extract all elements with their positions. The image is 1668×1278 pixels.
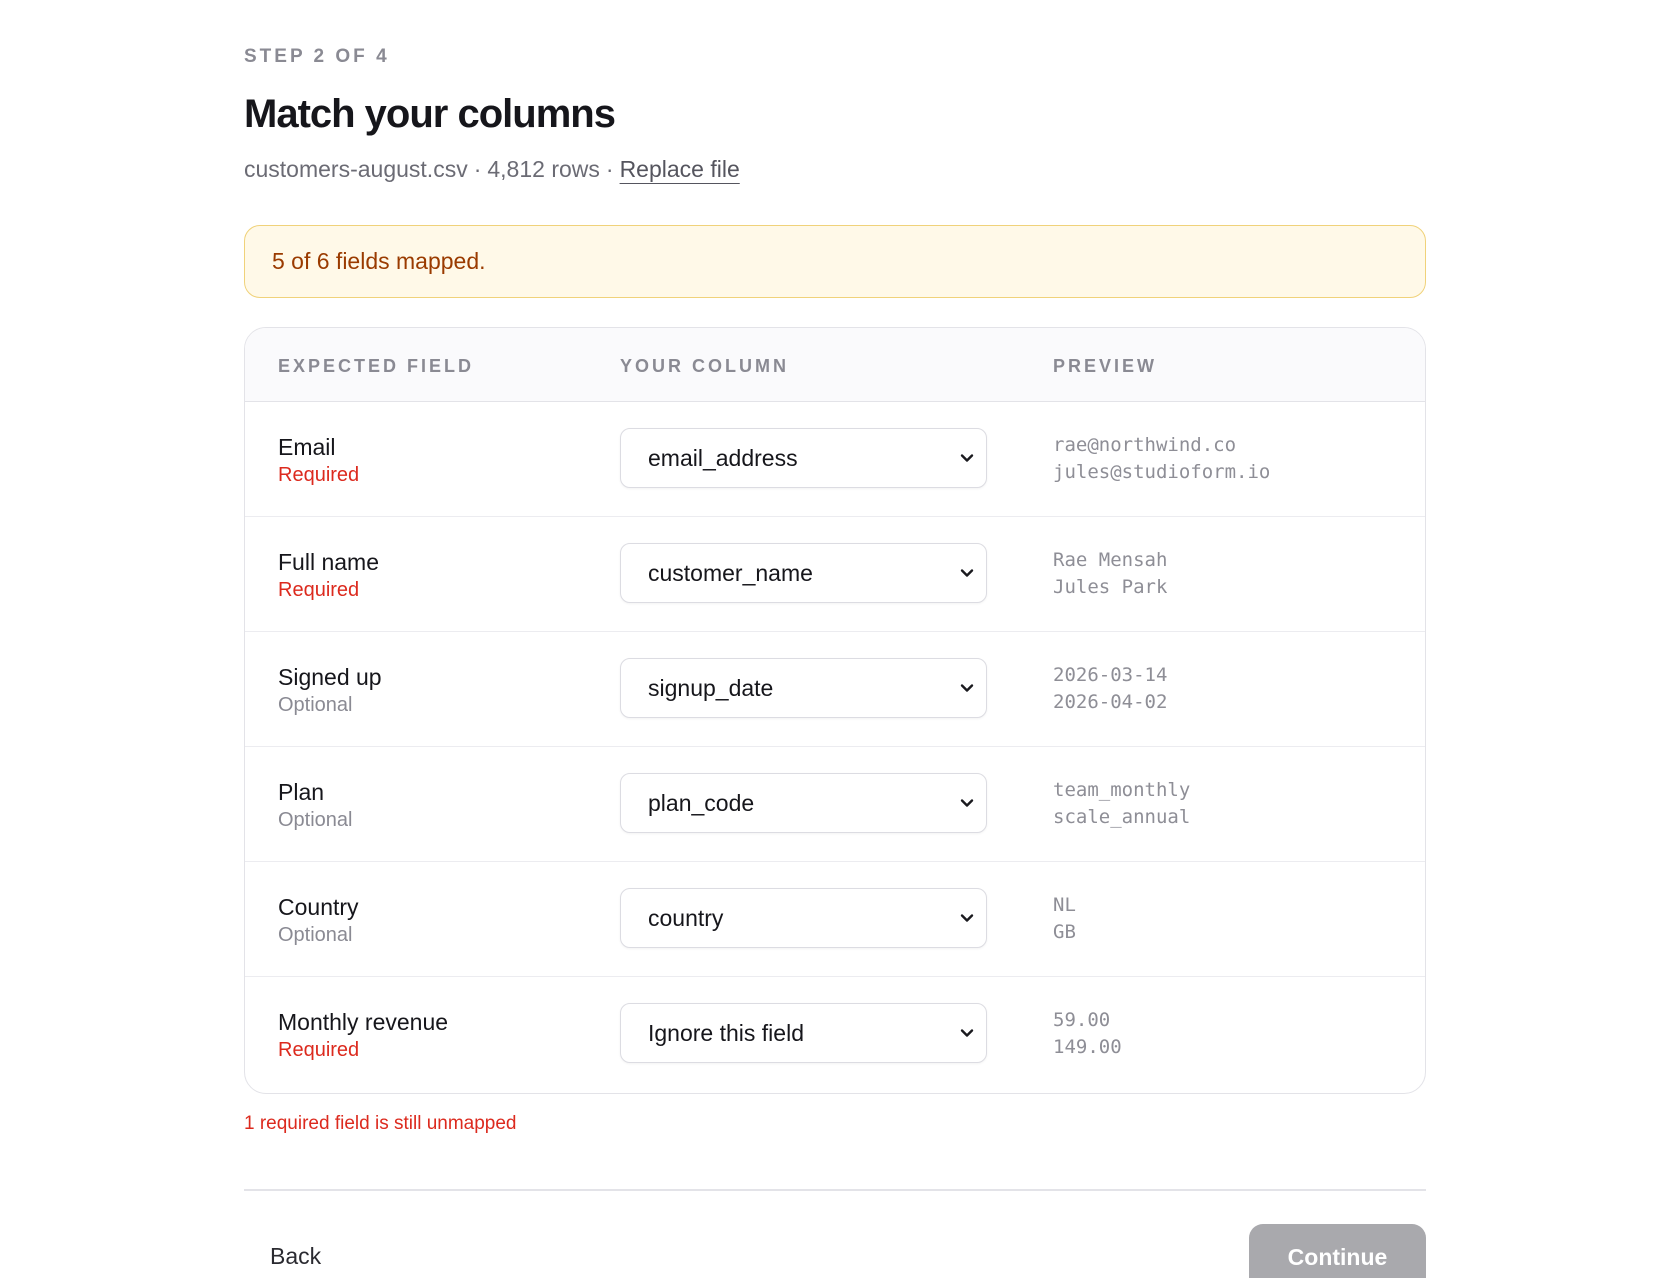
mapping-status-text: 5 of 6 fields mapped. <box>272 248 486 274</box>
chevron-down-icon <box>958 679 976 697</box>
column-mapping-table: EXPECTED FIELD YOUR COLUMN PREVIEW Email… <box>244 327 1426 1094</box>
field-requirement-label: Required <box>278 579 360 601</box>
column-select-value: email_address <box>648 445 798 471</box>
mapping-status-banner: 5 of 6 fields mapped. <box>244 225 1426 298</box>
expected-field-name: Full name <box>278 549 379 575</box>
preview-value: NL <box>1053 894 1076 916</box>
table-header: EXPECTED FIELD YOUR COLUMN PREVIEW <box>245 328 1425 402</box>
table-row: Monthly revenue Required Ignore this field… <box>245 977 1425 1092</box>
field-requirement-label: Required <box>278 1039 360 1061</box>
page-title: Match your columns <box>244 92 616 136</box>
table-row: Email Required email_address rae@northwind.… <box>245 402 1425 517</box>
chevron-down-icon <box>958 564 976 582</box>
table-body: Email Required email_address rae@northwind.… <box>245 402 1425 1092</box>
preview-value: Rae Mensah <box>1053 549 1168 571</box>
preview-value: 2026-04-02 <box>1053 691 1168 713</box>
expected-field-name: Signed up <box>278 664 382 690</box>
footer-divider <box>244 1189 1426 1191</box>
replace-file-link[interactable]: Replace file <box>620 156 740 182</box>
column-select[interactable]: email_address <box>620 428 987 488</box>
preview-value: GB <box>1053 921 1076 943</box>
column-header-your-column: YOUR COLUMN <box>620 356 789 376</box>
meta-separator: · <box>605 156 614 182</box>
chevron-down-icon <box>958 1024 976 1042</box>
column-select[interactable]: customer_name <box>620 543 987 603</box>
row-count: 4,812 rows <box>487 156 600 182</box>
table-row: Plan Optional plan_code team_monthly scale_a… <box>245 747 1425 862</box>
column-select[interactable]: Ignore this field <box>620 1003 987 1063</box>
preview-value: Jules Park <box>1053 576 1168 598</box>
column-header-expected-field: EXPECTED FIELD <box>278 356 475 376</box>
file-name: customers-august.csv <box>244 156 468 182</box>
preview-value: jules@studioform.io <box>1053 461 1271 483</box>
field-requirement-label: Required <box>278 464 360 486</box>
chevron-down-icon <box>958 449 976 467</box>
chevron-down-icon <box>958 909 976 927</box>
field-requirement-label: Optional <box>278 924 353 946</box>
column-select[interactable]: country <box>620 888 987 948</box>
field-requirement-label: Optional <box>278 694 353 716</box>
preview-values: 59.00 149.00 <box>1053 1007 1122 1061</box>
table-row: Signed up Optional signup_date 2026-03-14 20… <box>245 632 1425 747</box>
preview-value: scale_annual <box>1053 806 1191 828</box>
file-meta: customers-august.csv · 4,812 rows · Replace … <box>244 156 740 183</box>
column-select[interactable]: plan_code <box>620 773 987 833</box>
preview-values: rae@northwind.co jules@studioform.io <box>1053 432 1270 486</box>
table-row: Country Optional country NL GB <box>245 862 1425 977</box>
validation-error: 1 required field is still unmapped <box>244 1113 517 1134</box>
column-header-preview: PREVIEW <box>1053 356 1158 376</box>
column-select[interactable]: signup_date <box>620 658 987 718</box>
expected-field-name: Plan <box>278 779 325 805</box>
preview-value: 2026-03-14 <box>1053 664 1168 686</box>
column-select-value: country <box>648 905 724 931</box>
preview-value: team_monthly <box>1053 779 1191 801</box>
continue-button[interactable]: Continue <box>1249 1224 1426 1278</box>
preview-values: Rae Mensah Jules Park <box>1053 547 1167 601</box>
back-button[interactable]: Back <box>270 1243 321 1270</box>
preview-values: NL GB <box>1053 892 1076 946</box>
preview-value: 59.00 <box>1053 1009 1111 1031</box>
column-select-value: plan_code <box>648 790 755 816</box>
field-requirement-label: Optional <box>278 809 353 831</box>
expected-field-name: Monthly revenue <box>278 1009 449 1035</box>
preview-value: 149.00 <box>1053 1036 1122 1058</box>
expected-field-name: Country <box>278 894 359 920</box>
meta-separator: · <box>473 156 482 182</box>
column-select-value: customer_name <box>648 560 813 586</box>
chevron-down-icon <box>958 794 976 812</box>
preview-value: rae@northwind.co <box>1053 434 1237 456</box>
preview-values: 2026-03-14 2026-04-02 <box>1053 662 1167 716</box>
column-select-value: Ignore this field <box>648 1020 804 1046</box>
step-indicator: STEP 2 OF 4 <box>244 46 390 67</box>
expected-field-name: Email <box>278 434 336 460</box>
preview-values: team_monthly scale_annual <box>1053 777 1190 831</box>
column-select-value: signup_date <box>648 675 774 701</box>
table-row: Full name Required customer_name Rae Mensah… <box>245 517 1425 632</box>
